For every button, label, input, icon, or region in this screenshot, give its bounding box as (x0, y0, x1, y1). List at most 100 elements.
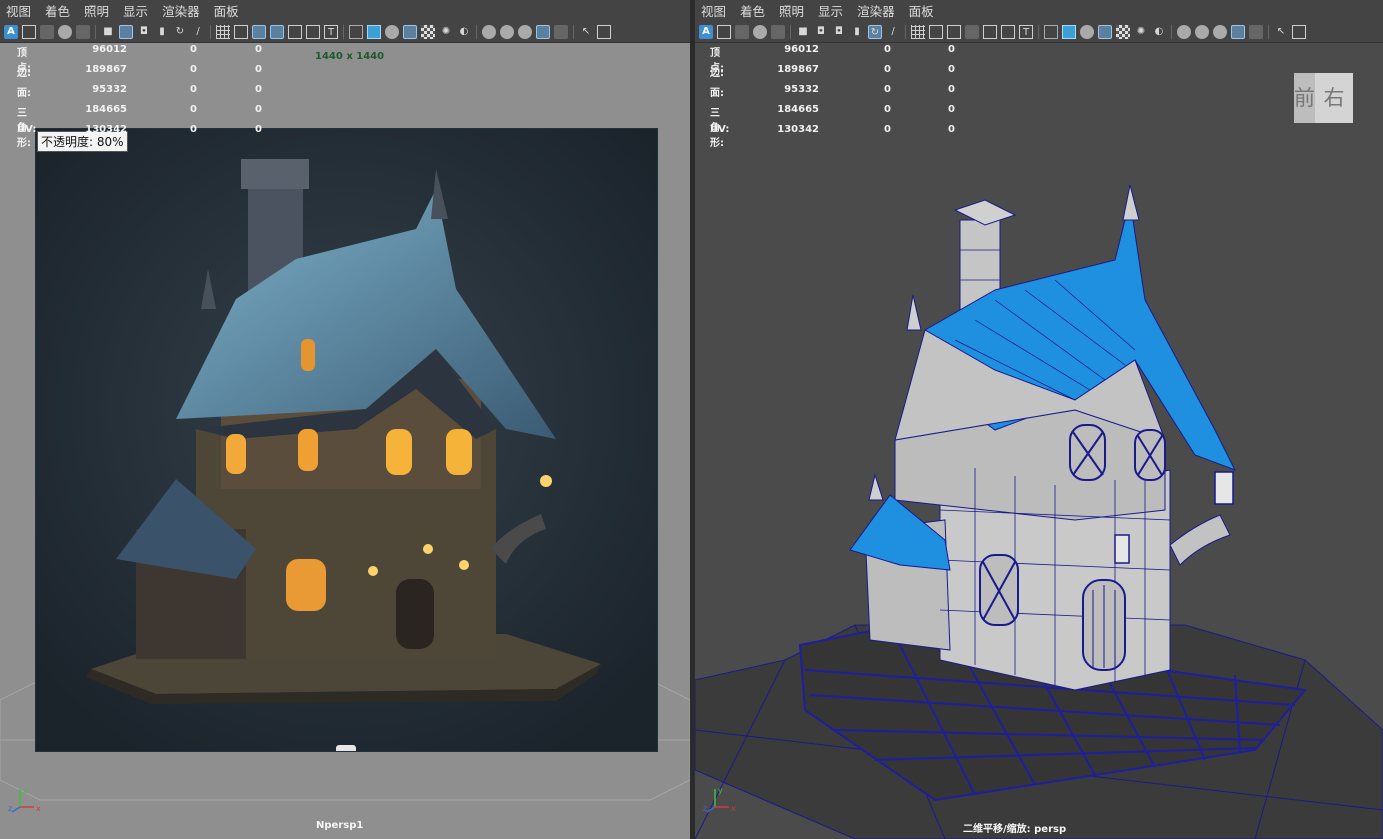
select-camera-icon[interactable]: A (699, 24, 713, 39)
hud-value: 184665 (85, 104, 127, 115)
isolate-icon[interactable] (482, 24, 496, 39)
field-chart-icon[interactable] (288, 24, 302, 39)
lock-camera-icon[interactable] (717, 24, 731, 39)
panel-layout-icon[interactable] (597, 24, 611, 39)
image-plane-icon[interactable] (76, 24, 90, 39)
camera-attr-icon[interactable] (735, 24, 749, 39)
shadows-icon[interactable]: ◐ (1152, 25, 1166, 39)
bookmark-flag-icon[interactable]: ▮ (850, 25, 864, 39)
menu-shading[interactable]: 着色 (45, 1, 70, 20)
lights-icon[interactable]: ✺ (1134, 25, 1148, 39)
camera-icon[interactable]: ◘ (832, 25, 846, 39)
menu-renderer[interactable]: 渲染器 (162, 1, 200, 20)
xray-joints-icon[interactable] (1213, 24, 1227, 39)
menu-view[interactable]: 视图 (6, 1, 31, 20)
movie-camera-icon[interactable]: ■ (101, 25, 115, 39)
motion-blur-icon[interactable] (1249, 24, 1263, 39)
panel-layout-icon[interactable] (1292, 24, 1306, 39)
bookmark-icon[interactable] (58, 24, 72, 39)
xray-icon[interactable] (500, 24, 514, 39)
resolution-gate-icon[interactable] (252, 24, 266, 39)
safe-title-icon[interactable]: T (1019, 24, 1033, 39)
film-gate-icon[interactable] (234, 24, 248, 39)
hud-label: 面: (17, 88, 31, 99)
viewcube-right-face[interactable]: 右 (1315, 73, 1353, 123)
camera-pan-icon[interactable]: ◘ (814, 25, 828, 39)
motion-blur-icon[interactable] (554, 24, 568, 39)
hud-value: 0 (255, 64, 262, 75)
gate-mask-icon[interactable] (270, 24, 284, 39)
hud-value: 189867 (777, 64, 819, 75)
2d-pan-zoom-icon[interactable]: ↻ (173, 25, 187, 39)
safe-action-icon[interactable] (306, 24, 320, 39)
hud-value: 130342 (85, 124, 127, 135)
snap-view-icon[interactable]: ↖ (1274, 25, 1288, 39)
camera-pan-icon[interactable] (119, 24, 133, 39)
menu-panels[interactable]: 面板 (909, 1, 934, 20)
resolution-gate-icon[interactable] (947, 24, 961, 39)
viewcube[interactable]: 前 右 (1291, 73, 1355, 125)
right-viewport-panel[interactable]: 视图 着色 照明 显示 渲染器 面板 A ■ ◘ ◘ ▮ ↻ / T ✺ ◐ ↖… (695, 0, 1383, 839)
menu-renderer[interactable]: 渲染器 (857, 1, 895, 20)
hud-value: 0 (948, 124, 955, 135)
textured-icon[interactable] (403, 24, 417, 39)
axis-z-label: z (703, 804, 707, 813)
wireframe-on-shaded-icon[interactable] (1080, 24, 1094, 39)
shadows-icon[interactable]: ◐ (457, 25, 471, 39)
hud-value: 0 (255, 104, 262, 115)
right-camera-name: 二维平移/缩放: persp (963, 824, 1067, 835)
menu-lighting[interactable]: 照明 (84, 1, 109, 20)
hud-value: 0 (190, 104, 197, 115)
smooth-shade-icon[interactable] (1062, 24, 1076, 39)
camera-attr-icon[interactable] (40, 24, 54, 39)
menu-show[interactable]: 显示 (123, 1, 148, 20)
ssao-icon[interactable] (536, 24, 550, 39)
lights-icon[interactable]: ✺ (439, 25, 453, 39)
bookmark-flag-icon[interactable]: ▮ (155, 25, 169, 39)
bookmark-icon[interactable] (753, 24, 767, 39)
field-chart-icon[interactable] (983, 24, 997, 39)
ssao-icon[interactable] (1231, 24, 1245, 39)
wireframe-house-model[interactable] (695, 170, 1383, 839)
image-plane-icon[interactable] (771, 24, 785, 39)
checker-icon[interactable] (1116, 24, 1130, 39)
grease-pencil-icon[interactable]: / (886, 25, 900, 39)
hud-value: 0 (255, 84, 262, 95)
xray-joints-icon[interactable] (518, 24, 532, 39)
wireframe-on-shaded-icon[interactable] (385, 24, 399, 39)
textured-icon[interactable] (1098, 24, 1112, 39)
film-gate-icon[interactable] (929, 24, 943, 39)
menu-view[interactable]: 视图 (701, 1, 726, 20)
hud-label: 边: (710, 68, 724, 79)
lock-camera-icon[interactable] (22, 24, 36, 39)
grid-icon[interactable] (216, 24, 230, 39)
grease-pencil-icon[interactable]: / (191, 25, 205, 39)
isolate-icon[interactable] (1177, 24, 1191, 39)
select-camera-icon[interactable]: A (4, 24, 18, 39)
reference-house-image (36, 129, 657, 751)
menu-show[interactable]: 显示 (818, 1, 843, 20)
2d-pan-zoom-icon[interactable]: ↻ (868, 24, 882, 39)
viewcube-front-face[interactable]: 前 (1294, 73, 1315, 123)
grid-icon[interactable] (911, 24, 925, 39)
reference-image-plane[interactable] (35, 128, 658, 752)
wireframe-icon[interactable] (1044, 24, 1058, 39)
menu-shading[interactable]: 着色 (740, 1, 765, 20)
camera-icon[interactable]: ◘ (137, 25, 151, 39)
safe-title-icon[interactable]: T (324, 24, 338, 39)
left-viewport-panel[interactable]: 视图 着色 照明 显示 渲染器 面板 A ■ ◘ ▮ ↻ / T ✺ ◐ ↖ 1… (0, 0, 690, 839)
right-panel-menubar: 视图 着色 照明 显示 渲染器 面板 (695, 0, 1383, 21)
hud-value: 130342 (777, 124, 819, 135)
menu-panels[interactable]: 面板 (214, 1, 239, 20)
xray-icon[interactable] (1195, 24, 1209, 39)
menu-lighting[interactable]: 照明 (779, 1, 804, 20)
image-plane-handle[interactable] (336, 745, 356, 751)
smooth-shade-icon[interactable] (367, 24, 381, 39)
hud-label: UV: (17, 124, 37, 135)
wireframe-icon[interactable] (349, 24, 363, 39)
safe-action-icon[interactable] (1001, 24, 1015, 39)
checker-icon[interactable] (421, 24, 435, 39)
movie-camera-icon[interactable]: ■ (796, 25, 810, 39)
gate-mask-icon[interactable] (965, 24, 979, 39)
snap-view-icon[interactable]: ↖ (579, 25, 593, 39)
